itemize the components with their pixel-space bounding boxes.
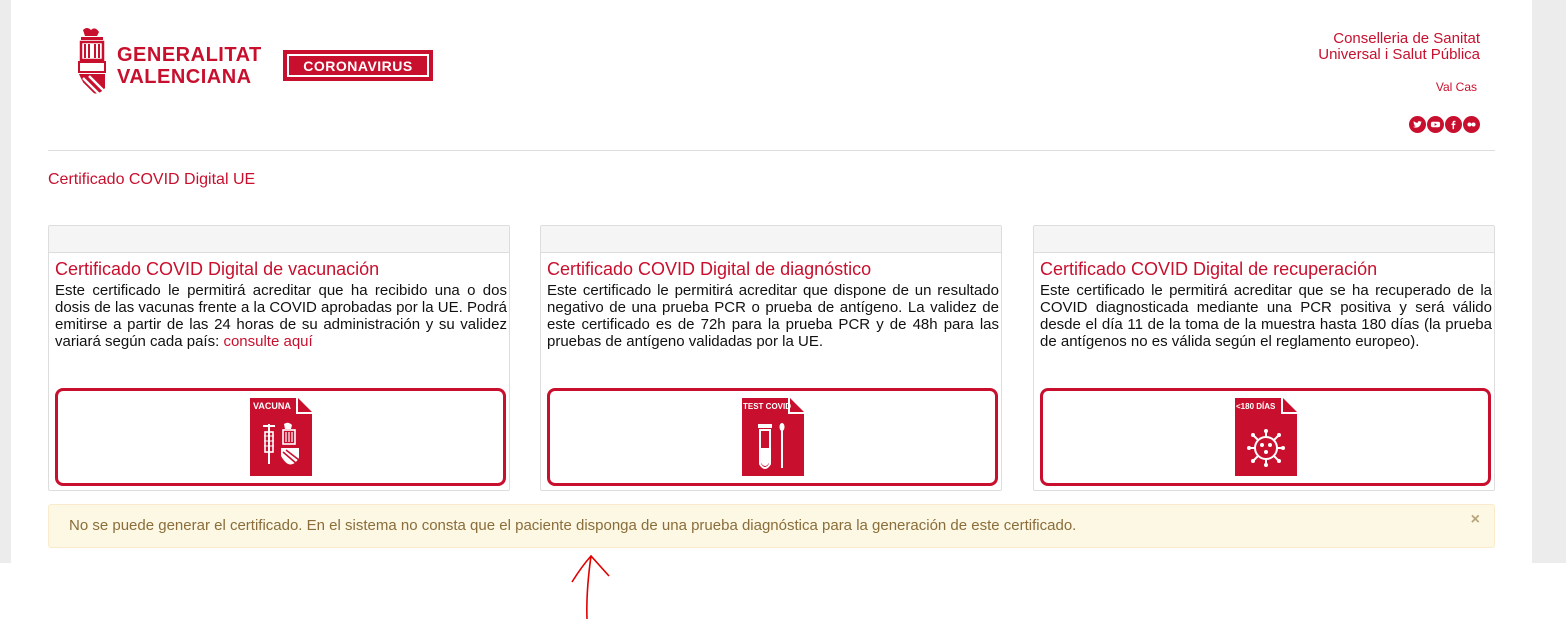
flickr-icon[interactable] xyxy=(1463,116,1480,133)
gva-line2: VALENCIANA xyxy=(117,66,252,88)
test-icon-label: TEST COVID xyxy=(743,402,791,411)
card-header xyxy=(1034,226,1494,253)
consult-here-link[interactable]: consulte aquí xyxy=(223,333,312,350)
right-gutter xyxy=(1532,0,1566,563)
gva-line1: GENERALITAT xyxy=(117,44,262,66)
coronavirus-label: CORONAVIRUS xyxy=(287,54,429,77)
section-title: Certificado COVID Digital UE xyxy=(48,171,256,188)
recovery-certificate-button[interactable]: <180 DÍAS xyxy=(1040,388,1491,486)
dept-line2: Universal i Salut Pública xyxy=(1318,46,1480,63)
language-switch[interactable]: Val Cas xyxy=(1436,80,1477,94)
card-title: Certificado COVID Digital de diagnóstico xyxy=(547,259,872,279)
diagnostic-certificate-card: Certificado COVID Digital de diagnóstico… xyxy=(540,225,1002,491)
social-links xyxy=(1409,116,1480,133)
annotation-arrow-icon xyxy=(571,554,610,619)
test-tube-document-icon: TEST COVID xyxy=(741,398,804,476)
vaccination-certificate-card: Certificado COVID Digital de vacunación … xyxy=(48,225,510,491)
coronavirus-button[interactable]: CORONAVIRUS xyxy=(283,50,433,81)
department-name[interactable]: Conselleria de Sanitat Universal i Salut… xyxy=(1318,31,1480,63)
vaccination-certificate-button[interactable]: VACUNA xyxy=(55,388,506,486)
diagnostic-certificate-button[interactable]: TEST COVID xyxy=(547,388,998,486)
dept-line1: Conselleria de Sanitat xyxy=(1333,30,1480,47)
facebook-icon[interactable] xyxy=(1445,116,1462,133)
card-description: Este certificado le permitirá acreditar … xyxy=(547,282,999,350)
vaccine-icon-label: VACUNA xyxy=(253,401,291,411)
twitter-icon[interactable] xyxy=(1409,116,1426,133)
card-title: Certificado COVID Digital de recuperació… xyxy=(1040,259,1378,279)
left-gutter xyxy=(0,0,11,563)
close-icon[interactable]: × xyxy=(1471,510,1480,530)
card-title: Certificado COVID Digital de vacunación xyxy=(55,259,380,279)
alert-message: No se puede generar el certificado. En e… xyxy=(69,517,1077,534)
recovery-icon-label: <180 DÍAS xyxy=(1236,402,1276,411)
card-header xyxy=(541,226,1001,253)
card-description: Este certificado le permitirá acreditar … xyxy=(55,282,507,350)
generalitat-wordmark: GENERALITAT VALENCIANA xyxy=(117,44,262,88)
recovery-certificate-card: Certificado COVID Digital de recuperació… xyxy=(1033,225,1495,491)
page: GENERALITAT VALENCIANA CORONAVIRUS Conse… xyxy=(11,0,1532,563)
virus-document-icon: <180 DÍAS xyxy=(1234,398,1297,476)
header-divider xyxy=(48,150,1495,151)
youtube-icon[interactable] xyxy=(1427,116,1444,133)
generalitat-logo[interactable]: GENERALITAT VALENCIANA xyxy=(77,26,262,106)
generalitat-emblem-icon xyxy=(78,28,106,97)
card-header xyxy=(49,226,509,253)
card-description: Este certificado le permitirá acreditar … xyxy=(1040,282,1492,350)
vaccine-document-icon: VACUNA xyxy=(249,398,312,476)
warning-alert: No se puede generar el certificado. En e… xyxy=(48,504,1495,548)
